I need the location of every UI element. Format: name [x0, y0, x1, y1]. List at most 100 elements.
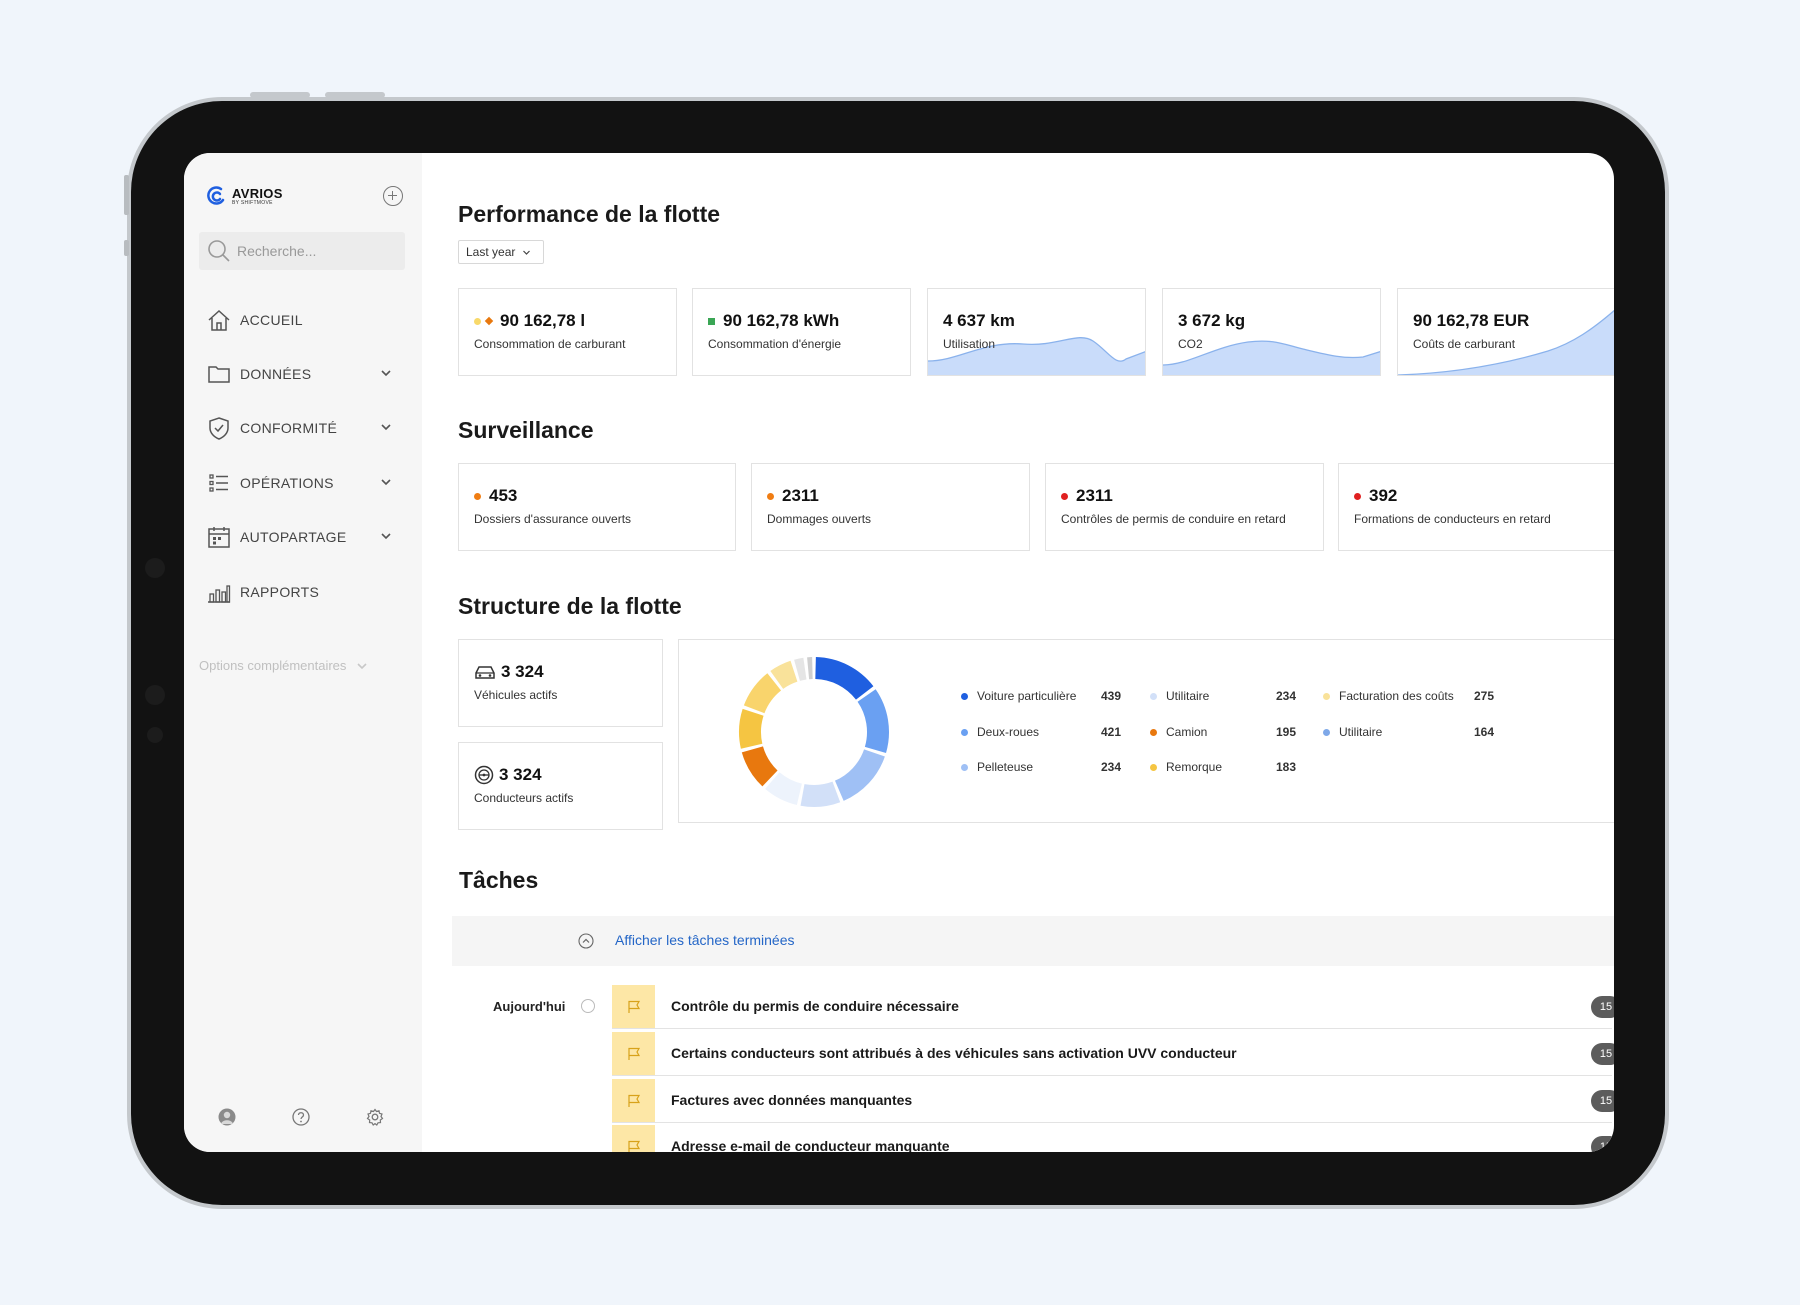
- drivers-label: Conducteurs actifs: [474, 791, 574, 805]
- show-completed-tasks-link[interactable]: Afficher les tâches terminées: [615, 932, 795, 948]
- device-side-button: [124, 175, 129, 215]
- task-row[interactable]: Certains conducteurs sont attribués à de…: [612, 1032, 1614, 1076]
- nav-item-operations[interactable]: OPÉRATIONS: [206, 468, 406, 498]
- green-square-icon: [708, 317, 715, 325]
- chevron-down-icon[interactable]: [380, 476, 392, 488]
- legend-value: 164: [1474, 725, 1495, 739]
- kpi-value: 90 162,78 EUR: [1413, 311, 1530, 330]
- kpi-value: 4 637 km: [943, 311, 1015, 330]
- kpi-value: 90 162,78 kWh: [723, 311, 840, 330]
- options-complementaires[interactable]: Options complémentaires: [199, 658, 368, 673]
- avrios-logo-icon: [207, 186, 225, 205]
- drivers-card[interactable]: 3 324 Conducteurs actifs: [458, 742, 663, 830]
- logo-name: AVRIOS: [232, 185, 283, 201]
- donut-segment: [770, 660, 798, 690]
- kpi-label: CO2: [1178, 337, 1203, 351]
- task-row[interactable]: Contrôle du permis de conduire nécessair…: [612, 985, 1614, 1029]
- legend-item: Voiture particulière: [961, 689, 1076, 703]
- flag-icon: [612, 985, 655, 1028]
- main-content: Performance de la flotte Last year 90 16…: [422, 153, 1614, 1152]
- surveillance-card[interactable]: 453 Dossiers d'assurance ouverts: [458, 463, 736, 551]
- legend-value: 421: [1101, 725, 1122, 739]
- yellow-dot-icon: [474, 317, 481, 325]
- legend-item: Pelleteuse: [961, 760, 1033, 774]
- legend-item: Utilitaire: [1150, 689, 1209, 703]
- nav-item-rapports[interactable]: RAPPORTS: [206, 577, 406, 607]
- chevron-down-icon: [357, 662, 367, 669]
- donut-segment: [857, 689, 889, 753]
- kpi-card-utilisation[interactable]: 4 637 km Utilisation: [927, 288, 1146, 376]
- shield-check-icon: [206, 415, 232, 441]
- surveillance-title: Surveillance: [458, 417, 594, 443]
- nav-label: CONFORMITÉ: [240, 420, 338, 436]
- search-input[interactable]: [235, 242, 399, 260]
- kpi-value: 3 672 kg: [1178, 311, 1246, 330]
- status-dot: [1354, 492, 1361, 500]
- tasks-title: Tâches: [459, 867, 539, 893]
- legend-value: 275: [1474, 689, 1495, 703]
- task-count-badge: 15: [1591, 1090, 1614, 1112]
- chevron-down-icon[interactable]: [380, 421, 392, 433]
- help-icon[interactable]: [292, 1108, 310, 1131]
- legend-dot: [961, 728, 968, 736]
- donut-segment: [743, 673, 782, 714]
- vehicles-card[interactable]: 3 324 Véhicules actifs: [458, 639, 663, 727]
- chevron-down-icon: [523, 250, 531, 255]
- legend-value: 234: [1101, 760, 1122, 774]
- add-icon[interactable]: [383, 186, 403, 206]
- kpi-card-energie[interactable]: 90 162,78 kWh Consommation d'énergie: [692, 288, 911, 376]
- nav-item-conformite[interactable]: CONFORMITÉ: [206, 413, 406, 443]
- surveillance-card[interactable]: 392 Formations de conducteurs en retard: [1338, 463, 1614, 551]
- legend-label: Pelleteuse: [977, 760, 1034, 774]
- today-label: Aujourd'hui: [493, 999, 566, 1014]
- flag-icon: [612, 1079, 655, 1122]
- kpi-card-couts[interactable]: 90 162,78 EUR Coûts de carburant: [1397, 288, 1614, 376]
- sparkline-chart: [1398, 309, 1614, 375]
- surveillance-label: Dommages ouverts: [767, 512, 872, 526]
- kpi-label: Utilisation: [943, 337, 996, 351]
- task-text: Certains conducteurs sont attribués à de…: [671, 1045, 1237, 1061]
- chevron-down-icon[interactable]: [380, 367, 392, 379]
- nav-item-donnees[interactable]: DONNÉES: [206, 359, 406, 389]
- surveillance-value: 2311: [782, 486, 819, 505]
- today-radio[interactable]: [581, 999, 595, 1013]
- surveillance-card[interactable]: 2311 Contrôles de permis de conduire en …: [1045, 463, 1324, 551]
- task-row[interactable]: Adresse e-mail de conducteur manquante 1…: [612, 1125, 1614, 1152]
- kpi-label: Consommation d'énergie: [708, 337, 842, 351]
- vehicles-label: Véhicules actifs: [474, 688, 558, 702]
- period-value: Last year: [466, 245, 516, 259]
- settings-gear-icon[interactable]: [366, 1108, 384, 1131]
- sparkline-chart: [1163, 340, 1380, 375]
- kpi-card-carburant[interactable]: 90 162,78 l Consommation de carburant: [458, 288, 677, 376]
- legend-label: Utilitaire: [1339, 725, 1383, 739]
- vehicles-value: 3 324: [501, 662, 544, 681]
- device-side-button: [124, 240, 129, 256]
- legend-item: Camion: [1150, 725, 1207, 739]
- logo[interactable]: AVRIOS BY SHIFTMOVE: [206, 185, 283, 207]
- avatar[interactable]: [218, 1108, 236, 1131]
- task-row[interactable]: Factures avec données manquantes 15: [612, 1079, 1614, 1123]
- orange-diamond-icon: [484, 316, 494, 326]
- chevron-up-circle-icon[interactable]: [578, 933, 594, 949]
- search-box[interactable]: [199, 232, 405, 270]
- period-dropdown[interactable]: Last year: [458, 240, 544, 264]
- surveillance-value: 2311: [1076, 486, 1113, 505]
- legend-value: 439: [1101, 689, 1122, 703]
- calendar-icon: [206, 524, 232, 550]
- task-text: Adresse e-mail de conducteur manquante: [671, 1138, 950, 1152]
- donut-segment: [814, 657, 874, 701]
- chevron-down-icon[interactable]: [380, 530, 392, 542]
- performance-title: Performance de la flotte: [458, 201, 721, 227]
- kpi-label: Coûts de carburant: [1413, 337, 1516, 351]
- legend-dot: [1150, 728, 1157, 736]
- nav-item-autopartage[interactable]: AUTOPARTAGE: [206, 522, 406, 552]
- donut-segment: [741, 745, 778, 787]
- legend-item: Deux-roues: [961, 725, 1039, 739]
- nav-label: OPÉRATIONS: [240, 475, 334, 491]
- status-dot: [1061, 492, 1068, 500]
- donut-segment: [834, 748, 885, 801]
- nav-item-accueil[interactable]: ACCUEIL: [206, 305, 406, 335]
- kpi-card-co2[interactable]: 3 672 kg CO2: [1162, 288, 1381, 376]
- nav-label: AUTOPARTAGE: [240, 529, 347, 545]
- surveillance-card[interactable]: 2311 Dommages ouverts: [751, 463, 1030, 551]
